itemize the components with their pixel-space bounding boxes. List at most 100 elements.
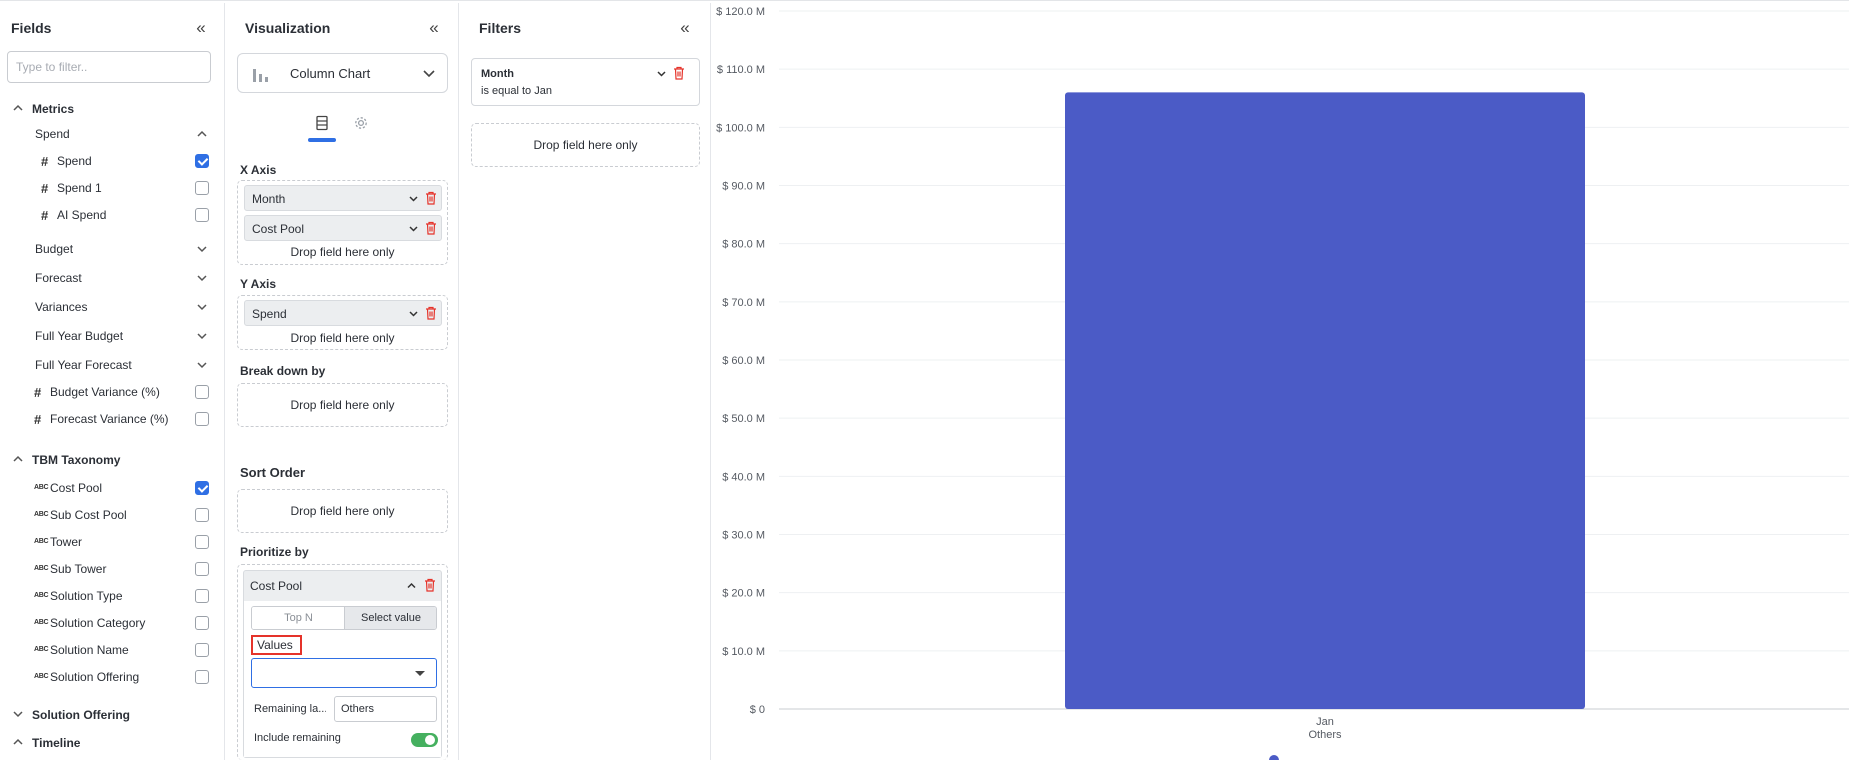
field-ai-spend-checkbox[interactable] xyxy=(195,208,209,222)
filters-dropzone[interactable]: Drop field here only xyxy=(471,123,700,167)
numeric-hash-icon: # xyxy=(41,208,49,223)
subgroup-variances[interactable]: Variances xyxy=(0,296,225,318)
chart-area: $ 0 $ 10.0 M $ 20.0 M $ 30.0 M $ 40.0 M $ 50.… xyxy=(712,3,1849,760)
sort-order-drop-text: Drop field here only xyxy=(290,504,395,518)
chevron-down-icon[interactable] xyxy=(655,67,668,80)
y-axis-dropzone[interactable]: Spend Drop field here only xyxy=(237,295,448,350)
subgroup-forecast-label: Forecast xyxy=(35,271,82,285)
field-budget-variance-label: Budget Variance (%) xyxy=(50,385,160,399)
y-axis-field-spend[interactable]: Spend xyxy=(244,300,442,326)
x-axis-field-cost-pool[interactable]: Cost Pool xyxy=(244,215,442,241)
field-sub-tower-checkbox[interactable] xyxy=(195,562,209,576)
y-tick-label: $ 80.0 M xyxy=(722,239,765,251)
field-solution-type[interactable]: ABC Solution Type xyxy=(0,585,225,607)
field-solution-offering-checkbox[interactable] xyxy=(195,670,209,684)
x-axis-title: X Axis xyxy=(240,163,277,177)
numeric-hash-icon: # xyxy=(34,412,42,427)
field-solution-category[interactable]: ABC Solution Category xyxy=(0,612,225,634)
field-solution-name[interactable]: ABC Solution Name xyxy=(0,639,225,661)
subgroup-full-year-budget[interactable]: Full Year Budget xyxy=(0,325,225,347)
chevron-down-icon xyxy=(197,304,207,311)
chevron-up-icon[interactable] xyxy=(405,579,418,592)
trash-icon[interactable] xyxy=(425,306,437,320)
field-sub-tower[interactable]: ABC Sub Tower xyxy=(0,558,225,580)
prioritize-dropzone[interactable]: Cost Pool Top N Select value Values Rema… xyxy=(237,564,448,760)
y-tick-label: $ 30.0 M xyxy=(722,530,765,542)
subgroup-spend[interactable]: Spend xyxy=(0,123,225,145)
chevron-down-icon[interactable] xyxy=(407,222,420,235)
field-solution-name-checkbox[interactable] xyxy=(195,643,209,657)
legend-marker[interactable] xyxy=(1269,755,1279,760)
remaining-label: Remaining la... xyxy=(254,703,326,715)
y-tick-label: $ 70.0 M xyxy=(722,297,765,309)
field-sub-cost-pool[interactable]: ABC Sub Cost Pool xyxy=(0,504,225,526)
field-spend[interactable]: # Spend xyxy=(0,150,225,172)
subgroup-forecast[interactable]: Forecast xyxy=(0,267,225,289)
trash-icon[interactable] xyxy=(424,578,436,592)
collapse-fields-button[interactable]: « xyxy=(191,18,211,38)
text-type-icon: ABC xyxy=(34,538,49,545)
values-select[interactable] xyxy=(251,658,437,688)
field-spend-label: Spend xyxy=(57,154,92,168)
prioritize-title: Prioritize by xyxy=(240,545,309,559)
field-forecast-variance-checkbox[interactable] xyxy=(195,412,209,426)
trash-icon[interactable] xyxy=(425,221,437,235)
field-budget-variance[interactable]: # Budget Variance (%) xyxy=(0,381,225,403)
field-cost-pool[interactable]: ABC Cost Pool xyxy=(0,477,225,499)
collapse-visualization-button[interactable]: « xyxy=(424,18,444,38)
field-spend-checkbox[interactable] xyxy=(195,154,209,168)
y-tick-label: $ 90.0 M xyxy=(722,181,765,193)
chart-type-select[interactable]: Column Chart xyxy=(237,53,448,93)
field-spend-1[interactable]: # Spend 1 xyxy=(0,177,225,199)
field-ai-spend[interactable]: # AI Spend xyxy=(0,204,225,226)
prioritize-mode-toggle: Top N Select value xyxy=(251,606,437,630)
include-remaining-toggle[interactable] xyxy=(411,733,438,747)
y-tick-label: $ 100.0 M xyxy=(716,122,765,134)
chevron-down-icon[interactable] xyxy=(407,307,420,320)
subgroup-full-year-forecast[interactable]: Full Year Forecast xyxy=(0,354,225,376)
group-metrics[interactable]: Metrics xyxy=(0,98,225,120)
remaining-label-input[interactable] xyxy=(334,696,437,722)
field-tower[interactable]: ABC Tower xyxy=(0,531,225,553)
field-cost-pool-checkbox[interactable] xyxy=(195,481,209,495)
field-filter-input[interactable] xyxy=(7,51,211,83)
trash-icon[interactable] xyxy=(673,66,685,80)
field-solution-category-checkbox[interactable] xyxy=(195,616,209,630)
subgroup-spend-label: Spend xyxy=(35,127,70,141)
data-tab-icon[interactable] xyxy=(314,115,330,131)
trash-icon[interactable] xyxy=(425,191,437,205)
chevron-down-icon[interactable] xyxy=(407,192,420,205)
group-timeline[interactable]: Timeline xyxy=(0,732,225,754)
visualization-panel-title: Visualization xyxy=(245,20,331,36)
top-n-option[interactable]: Top N xyxy=(252,607,345,629)
select-value-option[interactable]: Select value xyxy=(344,607,436,629)
sort-order-title: Sort Order xyxy=(240,465,306,480)
field-tower-checkbox[interactable] xyxy=(195,535,209,549)
breakdown-dropzone[interactable]: Drop field here only xyxy=(237,383,448,427)
y-tick-label: $ 50.0 M xyxy=(722,413,765,425)
field-budget-variance-checkbox[interactable] xyxy=(195,385,209,399)
fields-panel: Fields « Metrics Spend # Spend # Spend 1… xyxy=(0,3,225,760)
field-cost-pool-label: Cost Pool xyxy=(50,481,103,495)
text-type-icon: ABC xyxy=(34,592,49,599)
field-sub-cost-pool-checkbox[interactable] xyxy=(195,508,209,522)
field-forecast-variance[interactable]: # Forecast Variance (%) xyxy=(0,408,225,430)
collapse-filters-button[interactable]: « xyxy=(675,18,695,38)
field-solution-type-checkbox[interactable] xyxy=(195,589,209,603)
double-chevron-left-icon: « xyxy=(196,18,206,37)
filter-month-card[interactable]: Month is equal to Jan xyxy=(471,58,700,106)
x-axis-dropzone[interactable]: Month Cost Pool Drop field here only xyxy=(237,180,448,265)
x-axis-field-month[interactable]: Month xyxy=(244,185,442,211)
group-solution-offering[interactable]: Solution Offering xyxy=(0,704,225,726)
field-spend-1-checkbox[interactable] xyxy=(195,181,209,195)
group-tbm-taxonomy[interactable]: TBM Taxonomy xyxy=(0,449,225,471)
field-solution-offering[interactable]: ABC Solution Offering xyxy=(0,666,225,688)
x-tick-label: Jan xyxy=(1316,716,1334,728)
subgroup-budget[interactable]: Budget xyxy=(0,238,225,260)
chevron-down-icon xyxy=(197,246,207,253)
subgroup-full-year-budget-label: Full Year Budget xyxy=(35,329,124,343)
sort-order-dropzone[interactable]: Drop field here only xyxy=(237,489,448,533)
chevron-down-icon xyxy=(197,333,207,340)
bar-jan[interactable] xyxy=(1065,92,1585,709)
gear-icon[interactable] xyxy=(353,115,369,131)
